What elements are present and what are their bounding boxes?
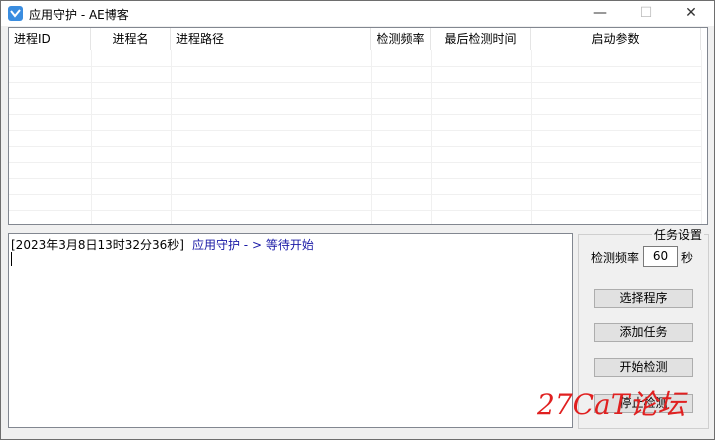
watermark: 27CaT论坛	[537, 388, 686, 421]
column-header-process-id[interactable]: 进程ID	[9, 28, 91, 50]
title-bar[interactable]: 应用守护 - AE博客 — ☐ ✕	[1, 1, 714, 26]
frequency-label: 检测频率	[591, 251, 640, 265]
grid-column-line	[701, 50, 702, 224]
grid-line	[9, 130, 701, 131]
grid-column-line	[171, 50, 172, 224]
column-header-process-name[interactable]: 进程名	[91, 28, 171, 50]
grid-line	[9, 98, 701, 99]
grid-line	[9, 162, 701, 163]
column-header-frequency[interactable]: 检测频率	[371, 28, 431, 50]
column-header-process-path[interactable]: 进程路径	[171, 28, 371, 50]
select-program-button[interactable]: 选择程序	[594, 289, 693, 308]
grid-column-line	[431, 50, 432, 224]
grid-line	[9, 114, 701, 115]
frequency-input[interactable]: 60	[643, 246, 678, 267]
minimize-button[interactable]: —	[577, 1, 623, 26]
grid-line	[9, 146, 701, 147]
log-timestamp: [2023年3月8日13时32分36秒]	[11, 238, 184, 252]
grid-line	[9, 210, 701, 211]
log-entry: [2023年3月8日13时32分36秒] 应用守护 - > 等待开始	[11, 236, 314, 253]
task-settings-title: 任务设置	[652, 226, 705, 243]
process-list[interactable]: 进程ID 进程名 进程路径 检测频率 最后检测时间 启动参数	[8, 27, 708, 225]
column-header-launch-args[interactable]: 启动参数	[531, 28, 701, 50]
add-task-button[interactable]: 添加任务	[594, 323, 693, 342]
close-button[interactable]: ✕	[668, 1, 714, 26]
grid-line	[9, 194, 701, 195]
list-header: 进程ID 进程名 进程路径 检测频率 最后检测时间 启动参数	[9, 28, 707, 50]
grid-line	[9, 82, 701, 83]
grid-column-line	[91, 50, 92, 224]
column-header-last-check[interactable]: 最后检测时间	[431, 28, 531, 50]
frequency-unit: 秒	[681, 251, 694, 265]
start-check-button[interactable]: 开始检测	[594, 358, 693, 377]
maximize-button[interactable]: ☐	[623, 1, 669, 26]
grid-column-line	[371, 50, 372, 224]
app-icon	[8, 6, 23, 21]
grid-column-line	[531, 50, 532, 224]
log-output[interactable]: [2023年3月8日13时32分36秒] 应用守护 - > 等待开始	[8, 233, 573, 428]
log-message: 应用守护 - > 等待开始	[191, 238, 314, 252]
grid-line	[9, 178, 701, 179]
window-title: 应用守护 - AE博客	[29, 8, 129, 22]
grid-line	[9, 66, 701, 67]
text-caret	[11, 252, 12, 266]
